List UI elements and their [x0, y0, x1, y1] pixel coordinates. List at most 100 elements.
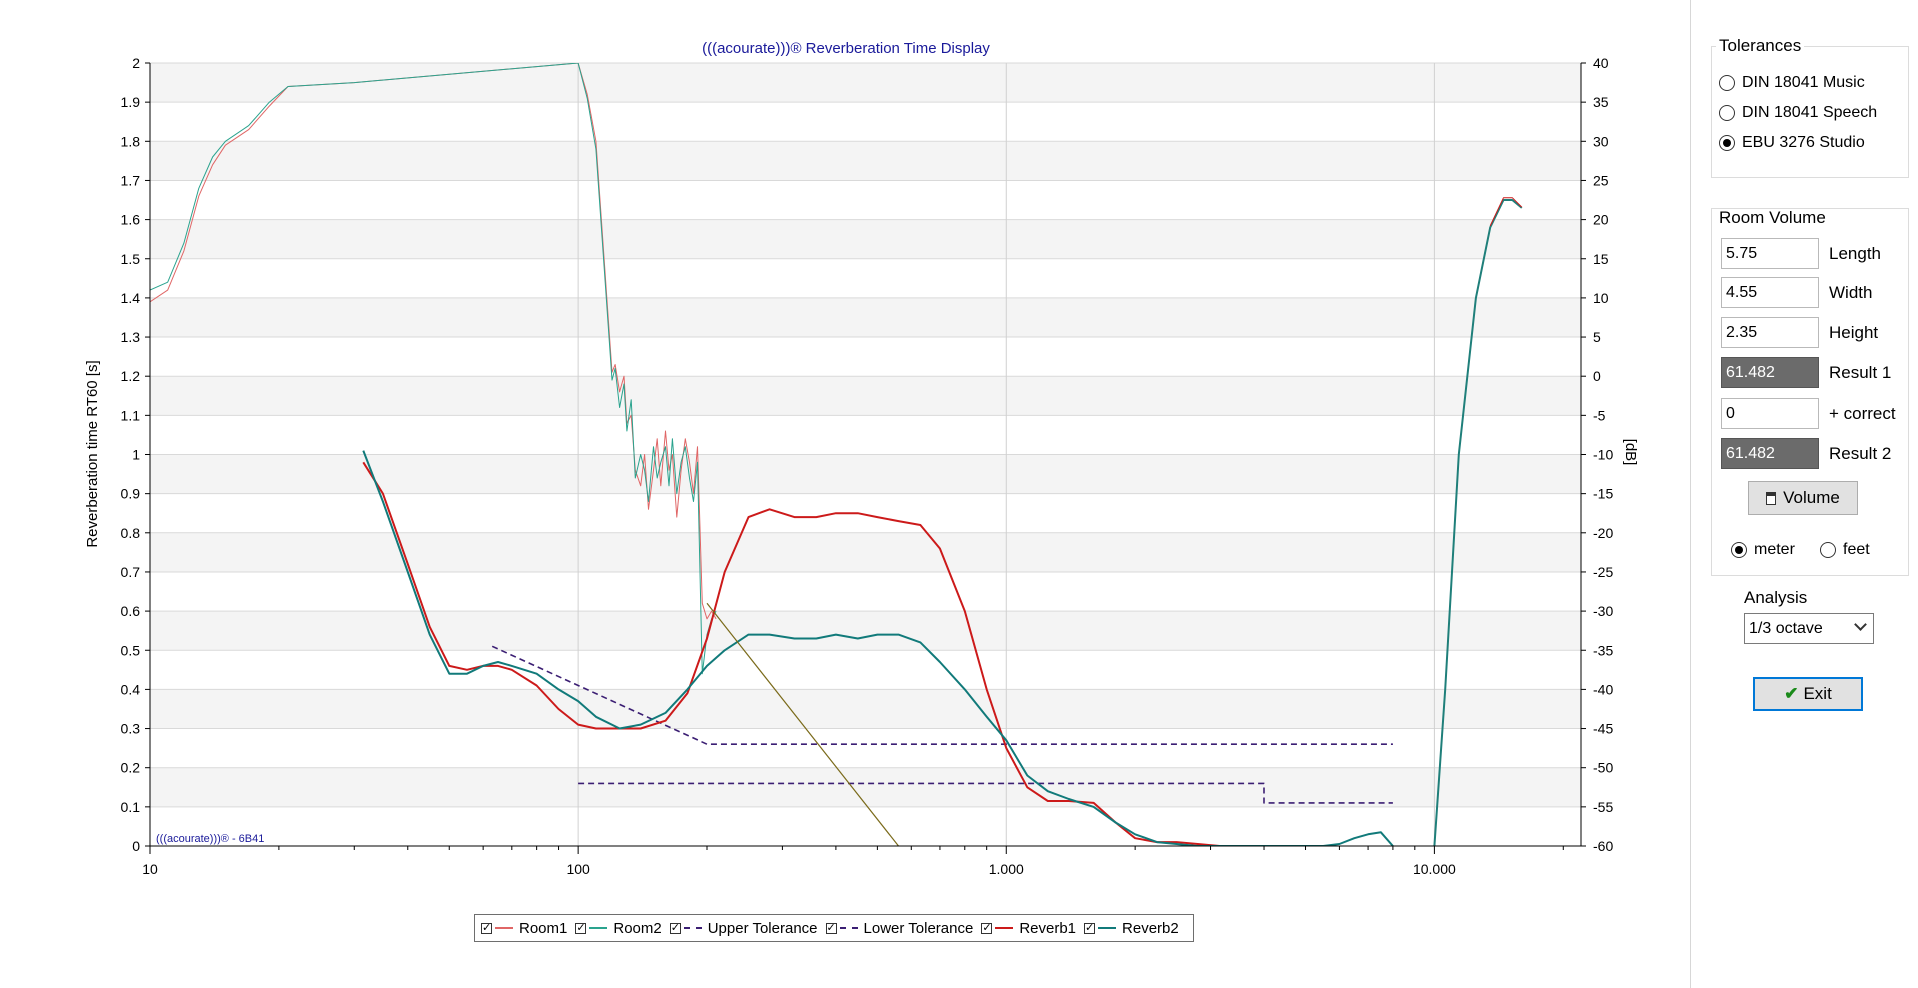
radio-indicator[interactable] — [1731, 542, 1747, 558]
y2-tick-label: -30 — [1593, 603, 1613, 619]
y-tick-label: 0.9 — [121, 486, 141, 502]
legend-label: Lower Tolerance — [863, 919, 974, 937]
side-panel: Tolerances DIN 18041 Music DIN 18041 Spe… — [1690, 0, 1918, 988]
legend-checkbox[interactable] — [981, 920, 993, 936]
y2-tick-label: 20 — [1593, 212, 1609, 228]
legend: Room1 Room2 Upper Tolerance Lower Tolerance… — [474, 914, 1194, 942]
exit-button[interactable]: ✔ Exit — [1753, 677, 1863, 711]
radio-feet[interactable]: feet — [1820, 538, 1870, 562]
volume-button[interactable]: Volume — [1748, 481, 1858, 515]
y-tick-label: 0.5 — [121, 642, 141, 658]
y2-tick-label: -20 — [1593, 525, 1613, 541]
analysis-select-value: 1/3 octave — [1749, 620, 1823, 637]
y2-tick-label: 10 — [1593, 290, 1609, 306]
grid-band — [150, 415, 1581, 455]
legend-label: Room1 — [519, 919, 568, 937]
y-tick-label: 0.3 — [121, 721, 141, 737]
y2-tick-label: -55 — [1593, 799, 1613, 815]
legend-swatch — [495, 927, 513, 929]
radio-indicator[interactable] — [1719, 105, 1735, 121]
result1-field: 61.482 — [1721, 357, 1819, 388]
grid-band — [150, 454, 1581, 494]
grid-band — [150, 376, 1581, 416]
legend-checkbox[interactable] — [825, 920, 837, 936]
legend-item[interactable]: Room2 — [575, 920, 662, 937]
y-tick-label: 1.6 — [121, 212, 141, 228]
y-tick-label: 1.7 — [121, 172, 141, 188]
legend-swatch — [589, 927, 608, 929]
tolerances-group: Tolerances DIN 18041 Music DIN 18041 Spe… — [1711, 36, 1909, 178]
legend-item[interactable]: Lower Tolerance — [825, 919, 974, 937]
legend-checkbox[interactable] — [669, 920, 681, 936]
grid-band — [150, 767, 1581, 807]
analysis-label: Analysis — [1744, 588, 1808, 607]
legend-checkbox[interactable] — [1084, 920, 1096, 936]
width-input[interactable]: 4.55 — [1721, 277, 1819, 308]
y-tick-label: 1.5 — [121, 251, 141, 267]
height-label: Height — [1829, 323, 1879, 342]
y-tick-label: 0.4 — [121, 681, 141, 697]
radio-indicator[interactable] — [1719, 135, 1735, 151]
room-volume-title: Room Volume — [1716, 209, 1829, 228]
legend-label: Reverb2 — [1122, 919, 1179, 937]
length-input[interactable]: 5.75 — [1721, 238, 1819, 269]
height-input[interactable]: 2.35 — [1721, 317, 1819, 348]
y2-axis-label: [dB] — [1622, 439, 1639, 466]
y2-tick-label: 15 — [1593, 251, 1609, 267]
radio-meter[interactable]: meter — [1731, 538, 1795, 562]
radio-din-speech[interactable]: DIN 18041 Speech — [1719, 101, 1905, 125]
grid-band — [150, 611, 1581, 651]
y2-tick-label: -45 — [1593, 721, 1613, 737]
y2-tick-label: 0 — [1593, 368, 1601, 384]
legend-item[interactable]: Upper Tolerance — [669, 919, 818, 937]
y-tick-label: 0.1 — [121, 799, 141, 815]
x-tick-label: 100 — [566, 861, 590, 877]
grid-band — [150, 219, 1581, 259]
x-tick-label: 1.000 — [989, 861, 1024, 877]
legend-item[interactable]: Room1 — [481, 920, 567, 937]
radio-label: DIN 18041 Speech — [1742, 104, 1878, 121]
legend-item[interactable]: Reverb2 — [1084, 920, 1179, 937]
volume-button-label: Volume — [1783, 488, 1840, 507]
y-tick-label: 0.8 — [121, 525, 141, 541]
grid-band — [150, 650, 1581, 690]
watermark: (((acourate)))® - 6B41 — [156, 833, 264, 845]
y2-tick-label: -25 — [1593, 564, 1613, 580]
correct-input[interactable]: 0 — [1721, 398, 1819, 429]
legend-checkbox[interactable] — [481, 920, 492, 936]
radio-ebu-studio[interactable]: EBU 3276 Studio — [1719, 131, 1905, 155]
chart-area: 0 0.1 0.2 0.3 0.4 0.5 0.6 0.7 0.8 0.9 1 1.1 1.2 1.3 1.… — [0, 0, 1688, 988]
analysis-select[interactable]: 1/3 octave — [1744, 613, 1874, 644]
y-tick-label: 0.7 — [121, 564, 141, 580]
grid-band — [150, 689, 1581, 729]
legend-item[interactable]: Reverb1 — [981, 920, 1076, 937]
y-tick-label: 1.9 — [121, 94, 141, 110]
calculator-icon — [1766, 491, 1777, 505]
reverberation-chart: 0 0.1 0.2 0.3 0.4 0.5 0.6 0.7 0.8 0.9 1 1.1 1.2 1.3 1.… — [84, 40, 1639, 877]
exit-button-label: Exit — [1803, 684, 1832, 703]
checkmark-icon: ✔ — [1784, 684, 1799, 703]
radio-din-music[interactable]: DIN 18041 Music — [1719, 71, 1905, 95]
grid-band — [150, 728, 1581, 768]
legend-label: Upper Tolerance — [707, 919, 818, 937]
y-tick-label: 0.6 — [121, 603, 141, 619]
result2-label: Result 2 — [1829, 444, 1892, 463]
radio-indicator[interactable] — [1820, 542, 1836, 558]
width-label: Width — [1829, 283, 1873, 302]
radio-label: meter — [1754, 541, 1795, 558]
grid-band — [150, 297, 1581, 338]
legend-checkbox[interactable] — [575, 920, 587, 936]
length-label: Length — [1829, 244, 1881, 263]
grid-band — [150, 63, 1581, 103]
grid-band — [150, 141, 1581, 181]
y2-tick-label: -35 — [1593, 642, 1613, 658]
y2-tick-label: 40 — [1593, 55, 1609, 71]
legend-swatch — [995, 927, 1014, 929]
result1-label: Result 1 — [1829, 363, 1892, 382]
radio-indicator[interactable] — [1719, 75, 1735, 91]
grid-band — [150, 180, 1581, 220]
y-tick-label: 0.2 — [121, 760, 141, 776]
chart-title: (((acourate)))® Reverberation Time Displ… — [702, 40, 990, 57]
y2-tick-label: -40 — [1593, 681, 1613, 697]
legend-swatch — [1098, 927, 1117, 929]
